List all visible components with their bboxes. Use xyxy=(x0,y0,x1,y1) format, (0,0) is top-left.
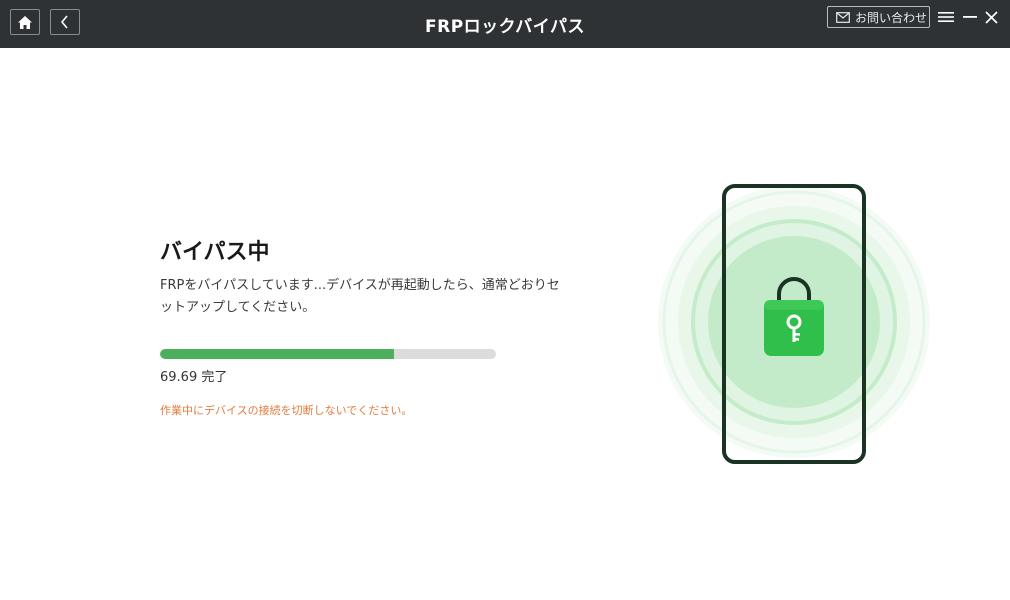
title-bar: FRPロックバイパス お問い合わせ xyxy=(0,0,1010,48)
warning-message: 作業中にデバイスの接続を切断しないでください。 xyxy=(160,404,413,417)
progress-text: 69.69 完了 xyxy=(160,370,228,385)
bypass-illustration xyxy=(650,180,940,470)
progress-bar-fill xyxy=(160,349,395,359)
phone-with-padlock-key-icon xyxy=(658,184,930,464)
progress-bar xyxy=(160,349,496,359)
contact-us-label: お問い合わせ xyxy=(855,10,928,25)
hamburger-menu-icon xyxy=(938,12,954,22)
minimize-button[interactable] xyxy=(961,8,979,26)
close-icon xyxy=(984,10,998,24)
contact-us-button[interactable]: お問い合わせ xyxy=(827,6,930,28)
mail-icon xyxy=(836,11,850,23)
minimize-icon xyxy=(963,16,977,18)
close-button[interactable] xyxy=(982,8,1000,26)
page-title: バイパス中 xyxy=(160,240,270,265)
status-description: FRPをバイパスしています...デバイスが再起動したら、通常どおりセットアップし… xyxy=(160,278,560,315)
menu-button[interactable] xyxy=(937,8,955,26)
